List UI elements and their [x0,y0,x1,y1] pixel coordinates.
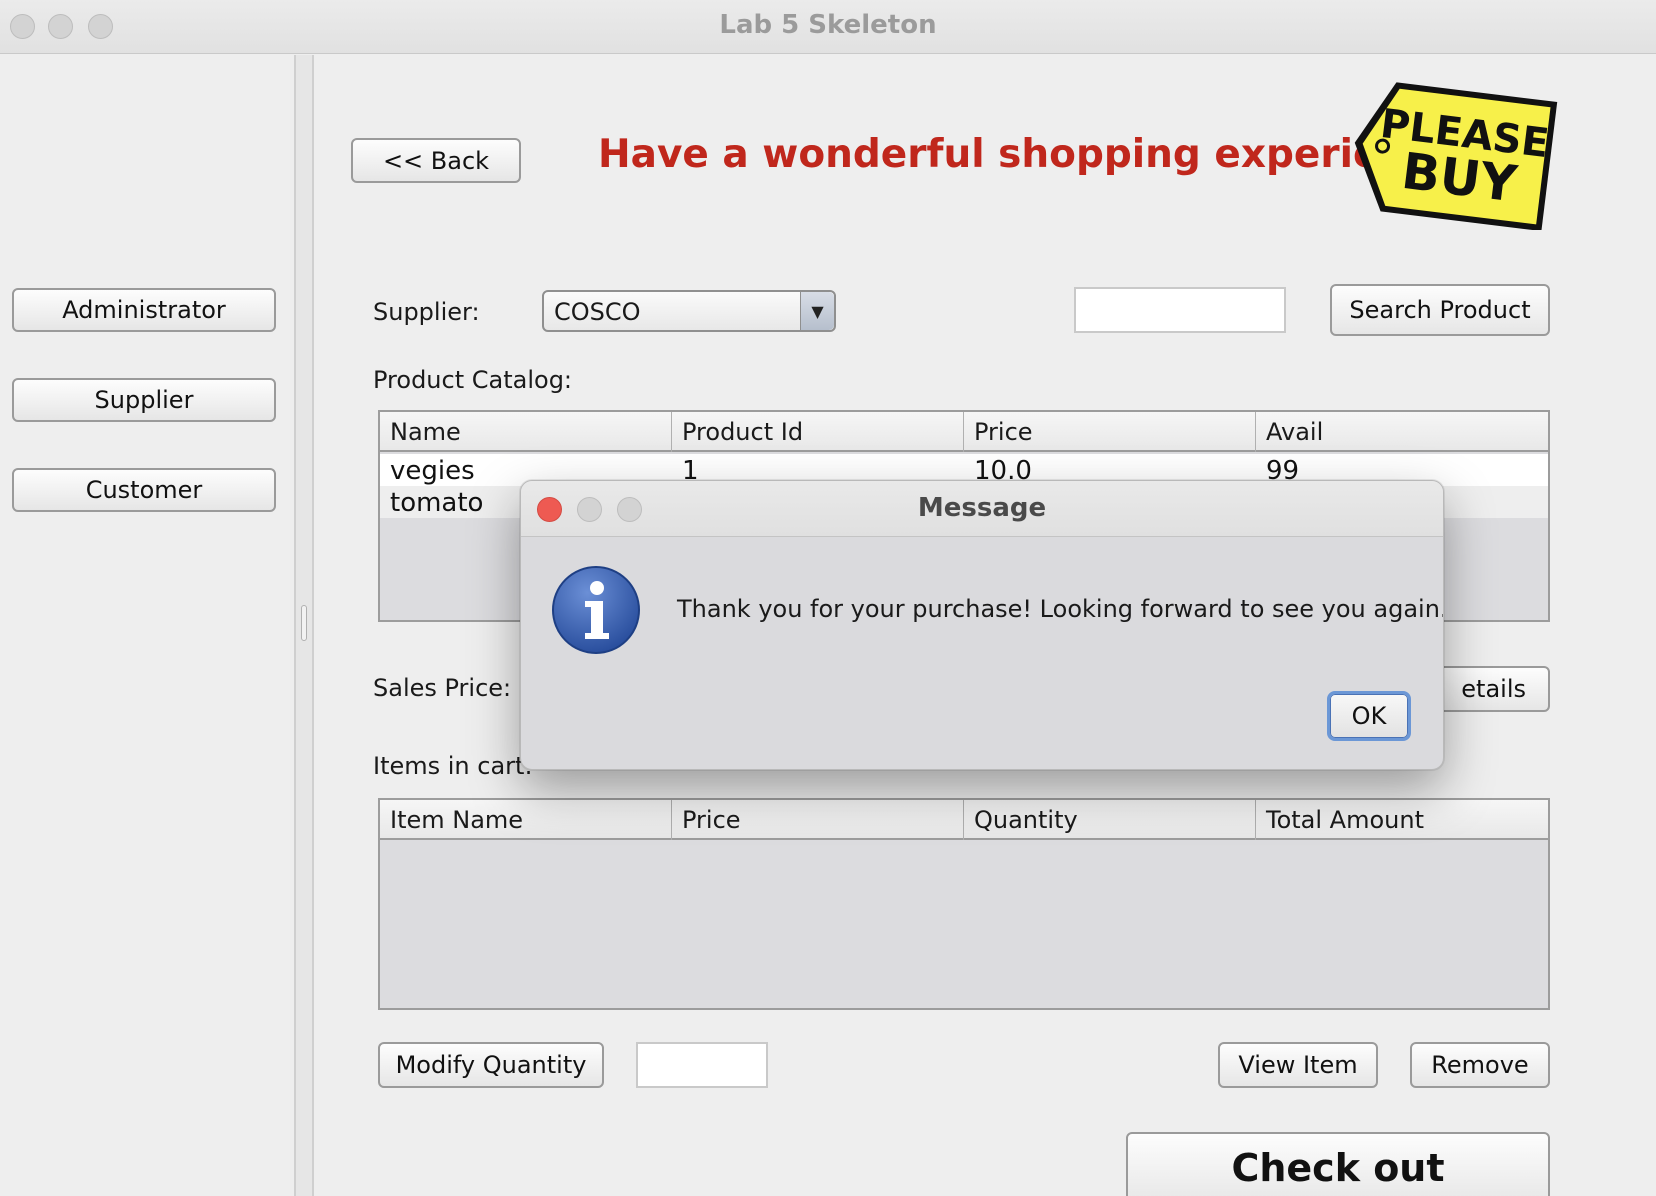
back-button[interactable]: << Back [351,138,521,183]
app-window: Lab 5 Skeleton Administrator Supplier Cu… [0,0,1656,1196]
sidebar: Administrator Supplier Customer [0,55,294,1196]
cart-table-header: Item Name Price Quantity Total Amount [380,800,1548,840]
title-bar: Lab 5 Skeleton [0,0,1656,54]
remove-button[interactable]: Remove [1410,1042,1550,1088]
cart-table[interactable]: Item Name Price Quantity Total Amount [378,798,1550,1010]
supplier-select[interactable]: COSCO ▼ [542,290,836,332]
supplier-button[interactable]: Supplier [12,378,276,422]
supplier-select-value: COSCO [554,298,641,326]
quantity-input[interactable] [636,1042,768,1088]
dialog-title-bar: Message [521,481,1443,537]
view-item-button[interactable]: View Item [1218,1042,1378,1088]
please-buy-logo: PLEASE BUY [1354,82,1558,230]
dialog-message: Thank you for your purchase! Looking for… [677,595,1444,623]
ok-button[interactable]: OK [1327,691,1411,741]
customer-button[interactable]: Customer [12,468,276,512]
split-pane-divider[interactable] [294,55,314,1196]
catalog-table-header: Name Product Id Price Avail [380,412,1548,452]
info-icon [552,566,640,654]
dialog-title: Message [917,493,1047,523]
items-in-cart-label: Items in cart: [373,752,533,780]
administrator-button[interactable]: Administrator [12,288,276,332]
window-title: Lab 5 Skeleton [719,10,937,40]
search-product-button[interactable]: Search Product [1330,284,1550,336]
search-input[interactable] [1074,287,1286,333]
checkout-button[interactable]: Check out [1126,1132,1550,1196]
catalog-col-avail[interactable]: Avail [1256,412,1548,452]
sales-price-label: Sales Price: [373,674,512,702]
modify-quantity-button[interactable]: Modify Quantity [378,1042,604,1088]
catalog-col-product-id[interactable]: Product Id [672,412,964,452]
page-headline: Have a wonderful shopping experience! [598,132,1475,177]
chevron-down-icon[interactable]: ▼ [800,292,834,330]
cell-name: vegies [390,456,475,486]
cart-col-item-name[interactable]: Item Name [380,800,672,840]
catalog-col-price[interactable]: Price [964,412,1256,452]
cart-col-price[interactable]: Price [672,800,964,840]
cell-name: tomato [390,488,484,518]
divider-grip-icon[interactable] [301,605,307,641]
cart-col-total-amount[interactable]: Total Amount [1256,800,1548,840]
product-catalog-label: Product Catalog: [373,366,573,394]
catalog-col-name[interactable]: Name [380,412,672,452]
message-dialog: Message Thank you for your purchase! Loo… [520,480,1444,770]
supplier-label: Supplier: [373,298,480,326]
cart-col-quantity[interactable]: Quantity [964,800,1256,840]
